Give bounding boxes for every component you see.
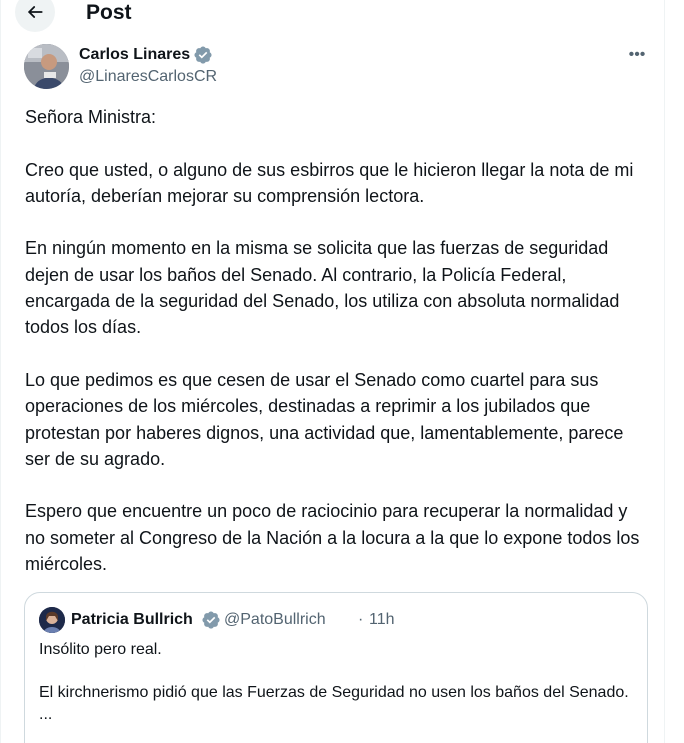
verified-badge-icon [201, 610, 221, 630]
post-paragraph: Señora Ministra: [25, 107, 157, 127]
avatar-photo [24, 44, 69, 89]
author-avatar[interactable] [24, 44, 69, 89]
quoted-post[interactable]: Patricia Bullrich @PatoBullrich · 11h In… [24, 592, 648, 743]
back-button[interactable] [15, 0, 55, 32]
post-paragraph: Creo que usted, o alguno de sus esbirros… [25, 159, 634, 206]
post-paragraph: En ningún momento en la misma se solicit… [25, 238, 620, 338]
post-paragraph: Lo que pedimos es que cesen de usar el S… [25, 369, 624, 469]
quoted-author-name[interactable]: Patricia Bullrich [71, 610, 193, 630]
quoted-author-avatar[interactable] [39, 607, 65, 633]
quoted-line: ... [39, 706, 53, 723]
quoted-author-handle[interactable]: @PatoBullrich [224, 610, 326, 630]
page-title: Post [86, 1, 132, 24]
more-horizontal-icon: ••• [628, 46, 646, 63]
author-name[interactable]: Carlos Linares [79, 45, 190, 65]
post-text: Señora Ministra: Creo que usted, o algun… [25, 104, 650, 604]
verified-badge-icon [193, 45, 213, 65]
more-options-button[interactable]: ••• [626, 44, 648, 66]
author-handle[interactable]: @LinaresCarlosCR [79, 67, 217, 87]
post-paragraph: Espero que encuentre un poco de raciocin… [25, 501, 640, 575]
post-detail-panel: Post Carlos Linares @LinaresCarlosCR •••… [0, 0, 665, 743]
quoted-line: El kirchnerismo pidió que las Fuerzas de… [39, 683, 629, 701]
separator-dot: · [358, 611, 364, 628]
avatar-photo [39, 607, 65, 633]
post-header: Post [1, 0, 666, 32]
quoted-line: Insólito pero real. [39, 641, 162, 658]
quoted-post-text: Insólito pero real. El kirchnerismo pidi… [39, 639, 634, 727]
quoted-post-time[interactable]: 11h [369, 610, 395, 630]
arrow-left-icon [28, 6, 43, 18]
